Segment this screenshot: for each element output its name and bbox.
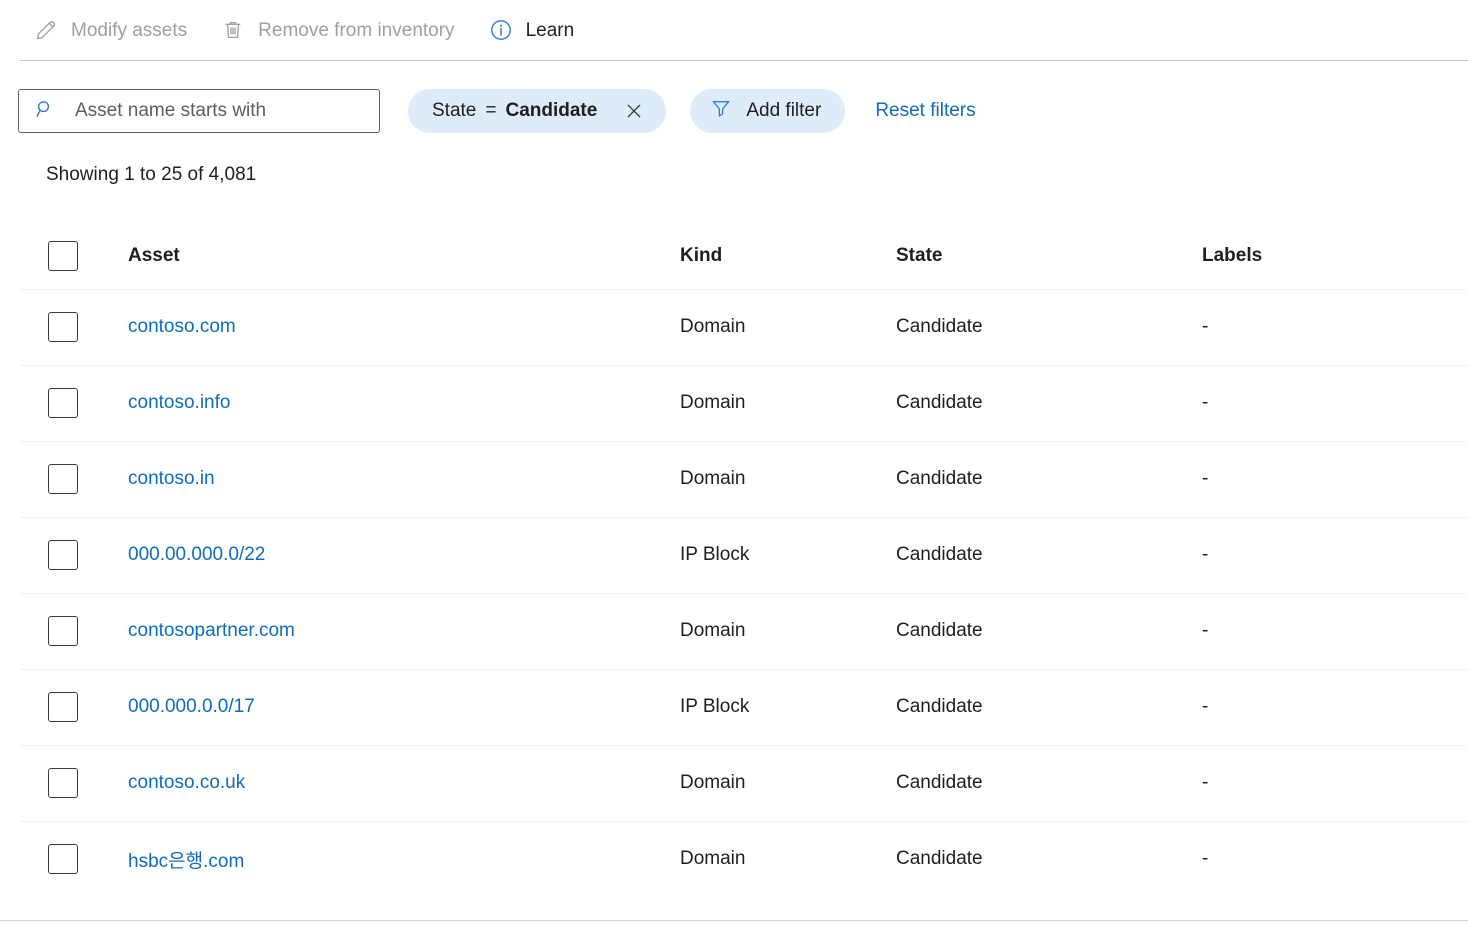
cell-kind: Domain bbox=[680, 848, 896, 870]
table-bottom-divider bbox=[0, 920, 1468, 921]
table-row[interactable]: contoso.info Domain Candidate - bbox=[0, 365, 1468, 441]
asset-link[interactable]: 000.000.0.0/17 bbox=[128, 696, 255, 717]
cell-state: Candidate bbox=[896, 696, 1202, 718]
cell-kind: Domain bbox=[680, 316, 896, 338]
cell-asset: contoso.info bbox=[106, 392, 680, 414]
table-row[interactable]: contoso.in Domain Candidate - bbox=[0, 441, 1468, 517]
cell-asset: contoso.co.uk bbox=[106, 772, 680, 794]
assets-table: Asset Kind State Labels contoso.com Doma… bbox=[0, 222, 1468, 897]
row-select-cell bbox=[0, 464, 106, 494]
cell-asset: contosopartner.com bbox=[106, 620, 680, 642]
select-all-checkbox[interactable] bbox=[48, 241, 78, 271]
cell-state: Candidate bbox=[896, 544, 1202, 566]
search-box[interactable] bbox=[18, 89, 380, 133]
row-checkbox[interactable] bbox=[48, 540, 78, 570]
table-row[interactable]: contoso.co.uk Domain Candidate - bbox=[0, 745, 1468, 821]
column-header-asset[interactable]: Asset bbox=[106, 245, 680, 267]
asset-link[interactable]: contoso.co.uk bbox=[128, 772, 245, 793]
table-header-row: Asset Kind State Labels bbox=[0, 222, 1468, 289]
modify-assets-label: Modify assets bbox=[71, 21, 187, 40]
cell-kind: IP Block bbox=[680, 696, 896, 718]
cell-kind: Domain bbox=[680, 468, 896, 490]
cell-state: Candidate bbox=[896, 772, 1202, 794]
table-row[interactable]: hsbc은행.com Domain Candidate - bbox=[0, 821, 1468, 897]
row-select-cell bbox=[0, 388, 106, 418]
filter-key: State bbox=[432, 100, 476, 122]
command-bar-divider bbox=[20, 60, 1468, 61]
active-filter-pill[interactable]: State = Candidate bbox=[408, 89, 666, 133]
asset-link[interactable]: hsbc은행.com bbox=[128, 851, 244, 872]
pencil-icon bbox=[34, 18, 58, 42]
column-header-kind[interactable]: Kind bbox=[680, 245, 896, 267]
table-row[interactable]: contosopartner.com Domain Candidate - bbox=[0, 593, 1468, 669]
learn-button[interactable]: Learn bbox=[489, 12, 589, 48]
cell-labels: - bbox=[1202, 696, 1468, 718]
cell-asset: 000.00.000.0/22 bbox=[106, 544, 680, 566]
info-circle-icon bbox=[489, 18, 513, 42]
cell-labels: - bbox=[1202, 772, 1468, 794]
row-select-cell bbox=[0, 540, 106, 570]
table-row[interactable]: contoso.com Domain Candidate - bbox=[0, 289, 1468, 365]
asset-link[interactable]: contoso.in bbox=[128, 468, 215, 489]
row-select-cell bbox=[0, 312, 106, 342]
cell-kind: Domain bbox=[680, 392, 896, 414]
cell-state: Candidate bbox=[896, 468, 1202, 490]
cell-state: Candidate bbox=[896, 848, 1202, 870]
add-filter-label: Add filter bbox=[746, 100, 821, 122]
cell-asset: contoso.in bbox=[106, 468, 680, 490]
row-checkbox[interactable] bbox=[48, 768, 78, 798]
cell-kind: IP Block bbox=[680, 544, 896, 566]
trash-icon bbox=[221, 18, 245, 42]
asset-link[interactable]: contoso.com bbox=[128, 316, 236, 337]
cell-labels: - bbox=[1202, 848, 1468, 870]
cell-labels: - bbox=[1202, 620, 1468, 642]
table-row[interactable]: 000.00.000.0/22 IP Block Candidate - bbox=[0, 517, 1468, 593]
cell-labels: - bbox=[1202, 392, 1468, 414]
cell-state: Candidate bbox=[896, 316, 1202, 338]
cell-kind: Domain bbox=[680, 772, 896, 794]
column-header-state[interactable]: State bbox=[896, 245, 1202, 267]
cell-asset: contoso.com bbox=[106, 316, 680, 338]
search-icon bbox=[34, 98, 56, 125]
row-select-cell bbox=[0, 844, 106, 874]
search-input[interactable] bbox=[56, 89, 379, 133]
cell-labels: - bbox=[1202, 468, 1468, 490]
remove-from-inventory-label: Remove from inventory bbox=[258, 21, 454, 40]
remove-from-inventory-button[interactable]: Remove from inventory bbox=[221, 12, 468, 48]
funnel-icon bbox=[710, 97, 732, 125]
reset-filters-link[interactable]: Reset filters bbox=[875, 100, 975, 122]
modify-assets-button[interactable]: Modify assets bbox=[34, 12, 201, 48]
row-checkbox[interactable] bbox=[48, 312, 78, 342]
cell-state: Candidate bbox=[896, 620, 1202, 642]
row-checkbox[interactable] bbox=[48, 844, 78, 874]
row-checkbox[interactable] bbox=[48, 464, 78, 494]
results-count: Showing 1 to 25 of 4,081 bbox=[46, 164, 256, 186]
cell-asset: hsbc은행.com bbox=[106, 846, 680, 873]
row-checkbox[interactable] bbox=[48, 616, 78, 646]
table-row[interactable]: 000.000.0.0/17 IP Block Candidate - bbox=[0, 669, 1468, 745]
command-bar: Modify assets Remove from inventory Lear… bbox=[0, 0, 1468, 60]
column-header-labels[interactable]: Labels bbox=[1202, 245, 1468, 267]
filter-bar: State = Candidate Add filter Reset filte… bbox=[0, 88, 1468, 134]
cell-kind: Domain bbox=[680, 620, 896, 642]
cell-labels: - bbox=[1202, 544, 1468, 566]
close-icon[interactable] bbox=[622, 99, 646, 123]
select-all-cell bbox=[0, 241, 106, 271]
add-filter-button[interactable]: Add filter bbox=[690, 89, 845, 133]
cell-state: Candidate bbox=[896, 392, 1202, 414]
filter-operator: = bbox=[485, 100, 496, 122]
row-select-cell bbox=[0, 692, 106, 722]
row-select-cell bbox=[0, 616, 106, 646]
asset-link[interactable]: contoso.info bbox=[128, 392, 230, 413]
filter-value: Candidate bbox=[505, 100, 597, 122]
learn-label: Learn bbox=[526, 21, 575, 40]
asset-link[interactable]: 000.00.000.0/22 bbox=[128, 544, 265, 565]
asset-link[interactable]: contosopartner.com bbox=[128, 620, 295, 641]
cell-asset: 000.000.0.0/17 bbox=[106, 696, 680, 718]
row-checkbox[interactable] bbox=[48, 692, 78, 722]
row-checkbox[interactable] bbox=[48, 388, 78, 418]
row-select-cell bbox=[0, 768, 106, 798]
cell-labels: - bbox=[1202, 316, 1468, 338]
